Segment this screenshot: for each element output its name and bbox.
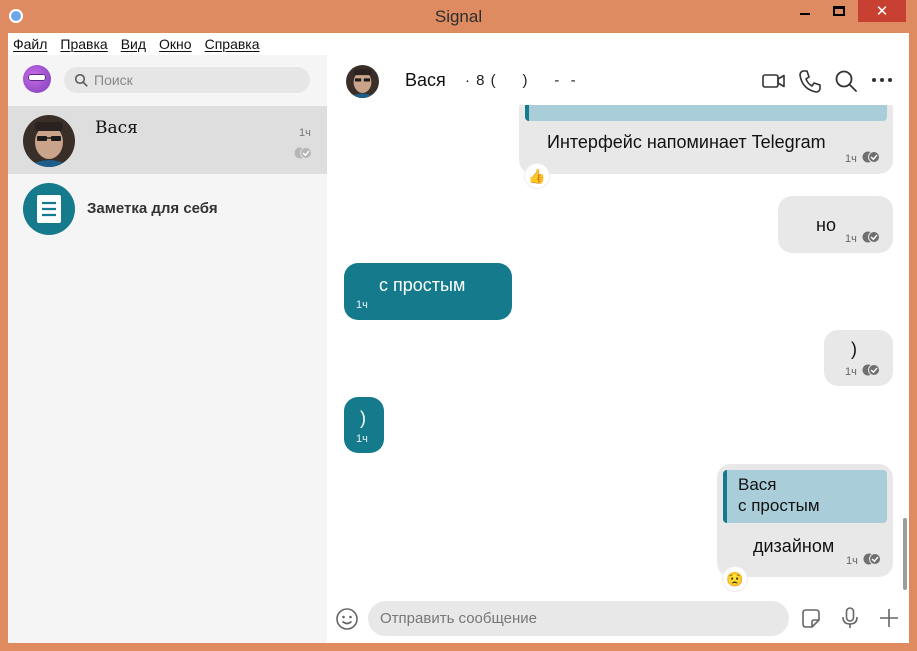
message-bubble-incoming[interactable]: с простым 1ч (344, 263, 512, 320)
message-text: ) (360, 408, 366, 428)
chat-header: Вася · 8 ( ) - - (327, 55, 909, 105)
window-title: Signal (434, 7, 483, 26)
minimize-button[interactable] (792, 0, 818, 22)
message-time: 1ч (356, 299, 368, 311)
video-call-icon[interactable] (761, 68, 787, 94)
note-icon (37, 195, 61, 223)
quoted-message[interactable]: Вася с простым (723, 470, 887, 523)
close-button[interactable]: ✕ (858, 0, 906, 22)
message-bubble-outgoing[interactable]: но 1ч (778, 196, 893, 253)
search-icon (74, 73, 88, 87)
message-text: но (816, 215, 836, 235)
note-avatar (23, 183, 75, 235)
quote-text: с простым (738, 496, 820, 515)
message-time: 1ч (845, 153, 857, 165)
contact-avatar (23, 115, 75, 167)
menu-edit[interactable]: Правка (60, 36, 107, 52)
conversation-name: Вася (95, 118, 138, 138)
menu-help[interactable]: Справка (205, 36, 260, 52)
microphone-icon[interactable] (838, 606, 862, 630)
reaction-worried-face-icon[interactable]: 😟 (723, 567, 747, 591)
menu-view[interactable]: Вид (121, 36, 146, 52)
conversation-item-note-to-self[interactable]: Заметка для себя (8, 174, 327, 242)
sidebar-header (8, 55, 327, 106)
read-check-icon (294, 147, 312, 159)
message-text: Интерфейс напоминает Telegram (547, 132, 826, 152)
profile-avatar[interactable] (23, 65, 51, 93)
conversation-time: 1ч (299, 127, 311, 139)
message-bubble-incoming[interactable]: ) 1ч (344, 397, 384, 453)
message-time: 1ч (845, 233, 857, 245)
contact-avatar[interactable] (346, 65, 379, 98)
message-bubble-outgoing[interactable]: ) 1ч (824, 330, 893, 386)
search-input[interactable] (94, 67, 294, 93)
read-check-icon (862, 231, 880, 243)
message-bubble-outgoing[interactable]: Интерфейс напоминает Telegram 1ч (519, 95, 893, 174)
chat-contact-phone: · 8 ( ) - - (465, 72, 577, 89)
sticker-icon[interactable] (799, 607, 823, 631)
emoji-icon[interactable] (335, 607, 359, 631)
menu-file[interactable]: Файл (13, 36, 47, 52)
plus-icon[interactable] (877, 606, 901, 630)
chat-panel: Интерфейс напоминает Telegram 1ч 👍 но 1ч… (327, 55, 909, 643)
message-time: 1ч (845, 366, 857, 378)
message-text: ) (851, 339, 857, 359)
chat-contact-name[interactable]: Вася (405, 70, 446, 91)
message-input[interactable] (368, 601, 789, 636)
read-check-icon (863, 553, 881, 565)
more-icon[interactable] (869, 68, 895, 94)
conversation-item-vasya[interactable]: Вася 1ч (8, 106, 327, 174)
sidebar: Вася 1ч Заметка для себя (8, 55, 327, 643)
window-titlebar: Signal ✕ (0, 0, 917, 33)
message-bubble-outgoing[interactable]: Вася с простым дизайном 1ч (717, 464, 893, 577)
quote-author: Вася (738, 475, 777, 494)
message-text: дизайном (753, 536, 835, 556)
message-composer (327, 595, 909, 643)
search-box[interactable] (64, 67, 310, 93)
phone-call-icon[interactable] (797, 68, 823, 94)
conversation-name: Заметка для себя (87, 200, 218, 217)
reaction-thumbs-up-icon[interactable]: 👍 (525, 164, 549, 188)
search-icon[interactable] (833, 68, 859, 94)
read-check-icon (862, 151, 880, 163)
message-time: 1ч (846, 555, 858, 567)
menu-window[interactable]: Окно (159, 36, 192, 52)
read-check-icon (862, 364, 880, 376)
menu-bar: Файл Правка Вид Окно Справка (8, 33, 909, 55)
maximize-button[interactable] (826, 0, 852, 22)
message-text: с простым (379, 275, 466, 295)
message-time: 1ч (356, 433, 368, 445)
chat-scrollbar[interactable] (903, 518, 907, 590)
